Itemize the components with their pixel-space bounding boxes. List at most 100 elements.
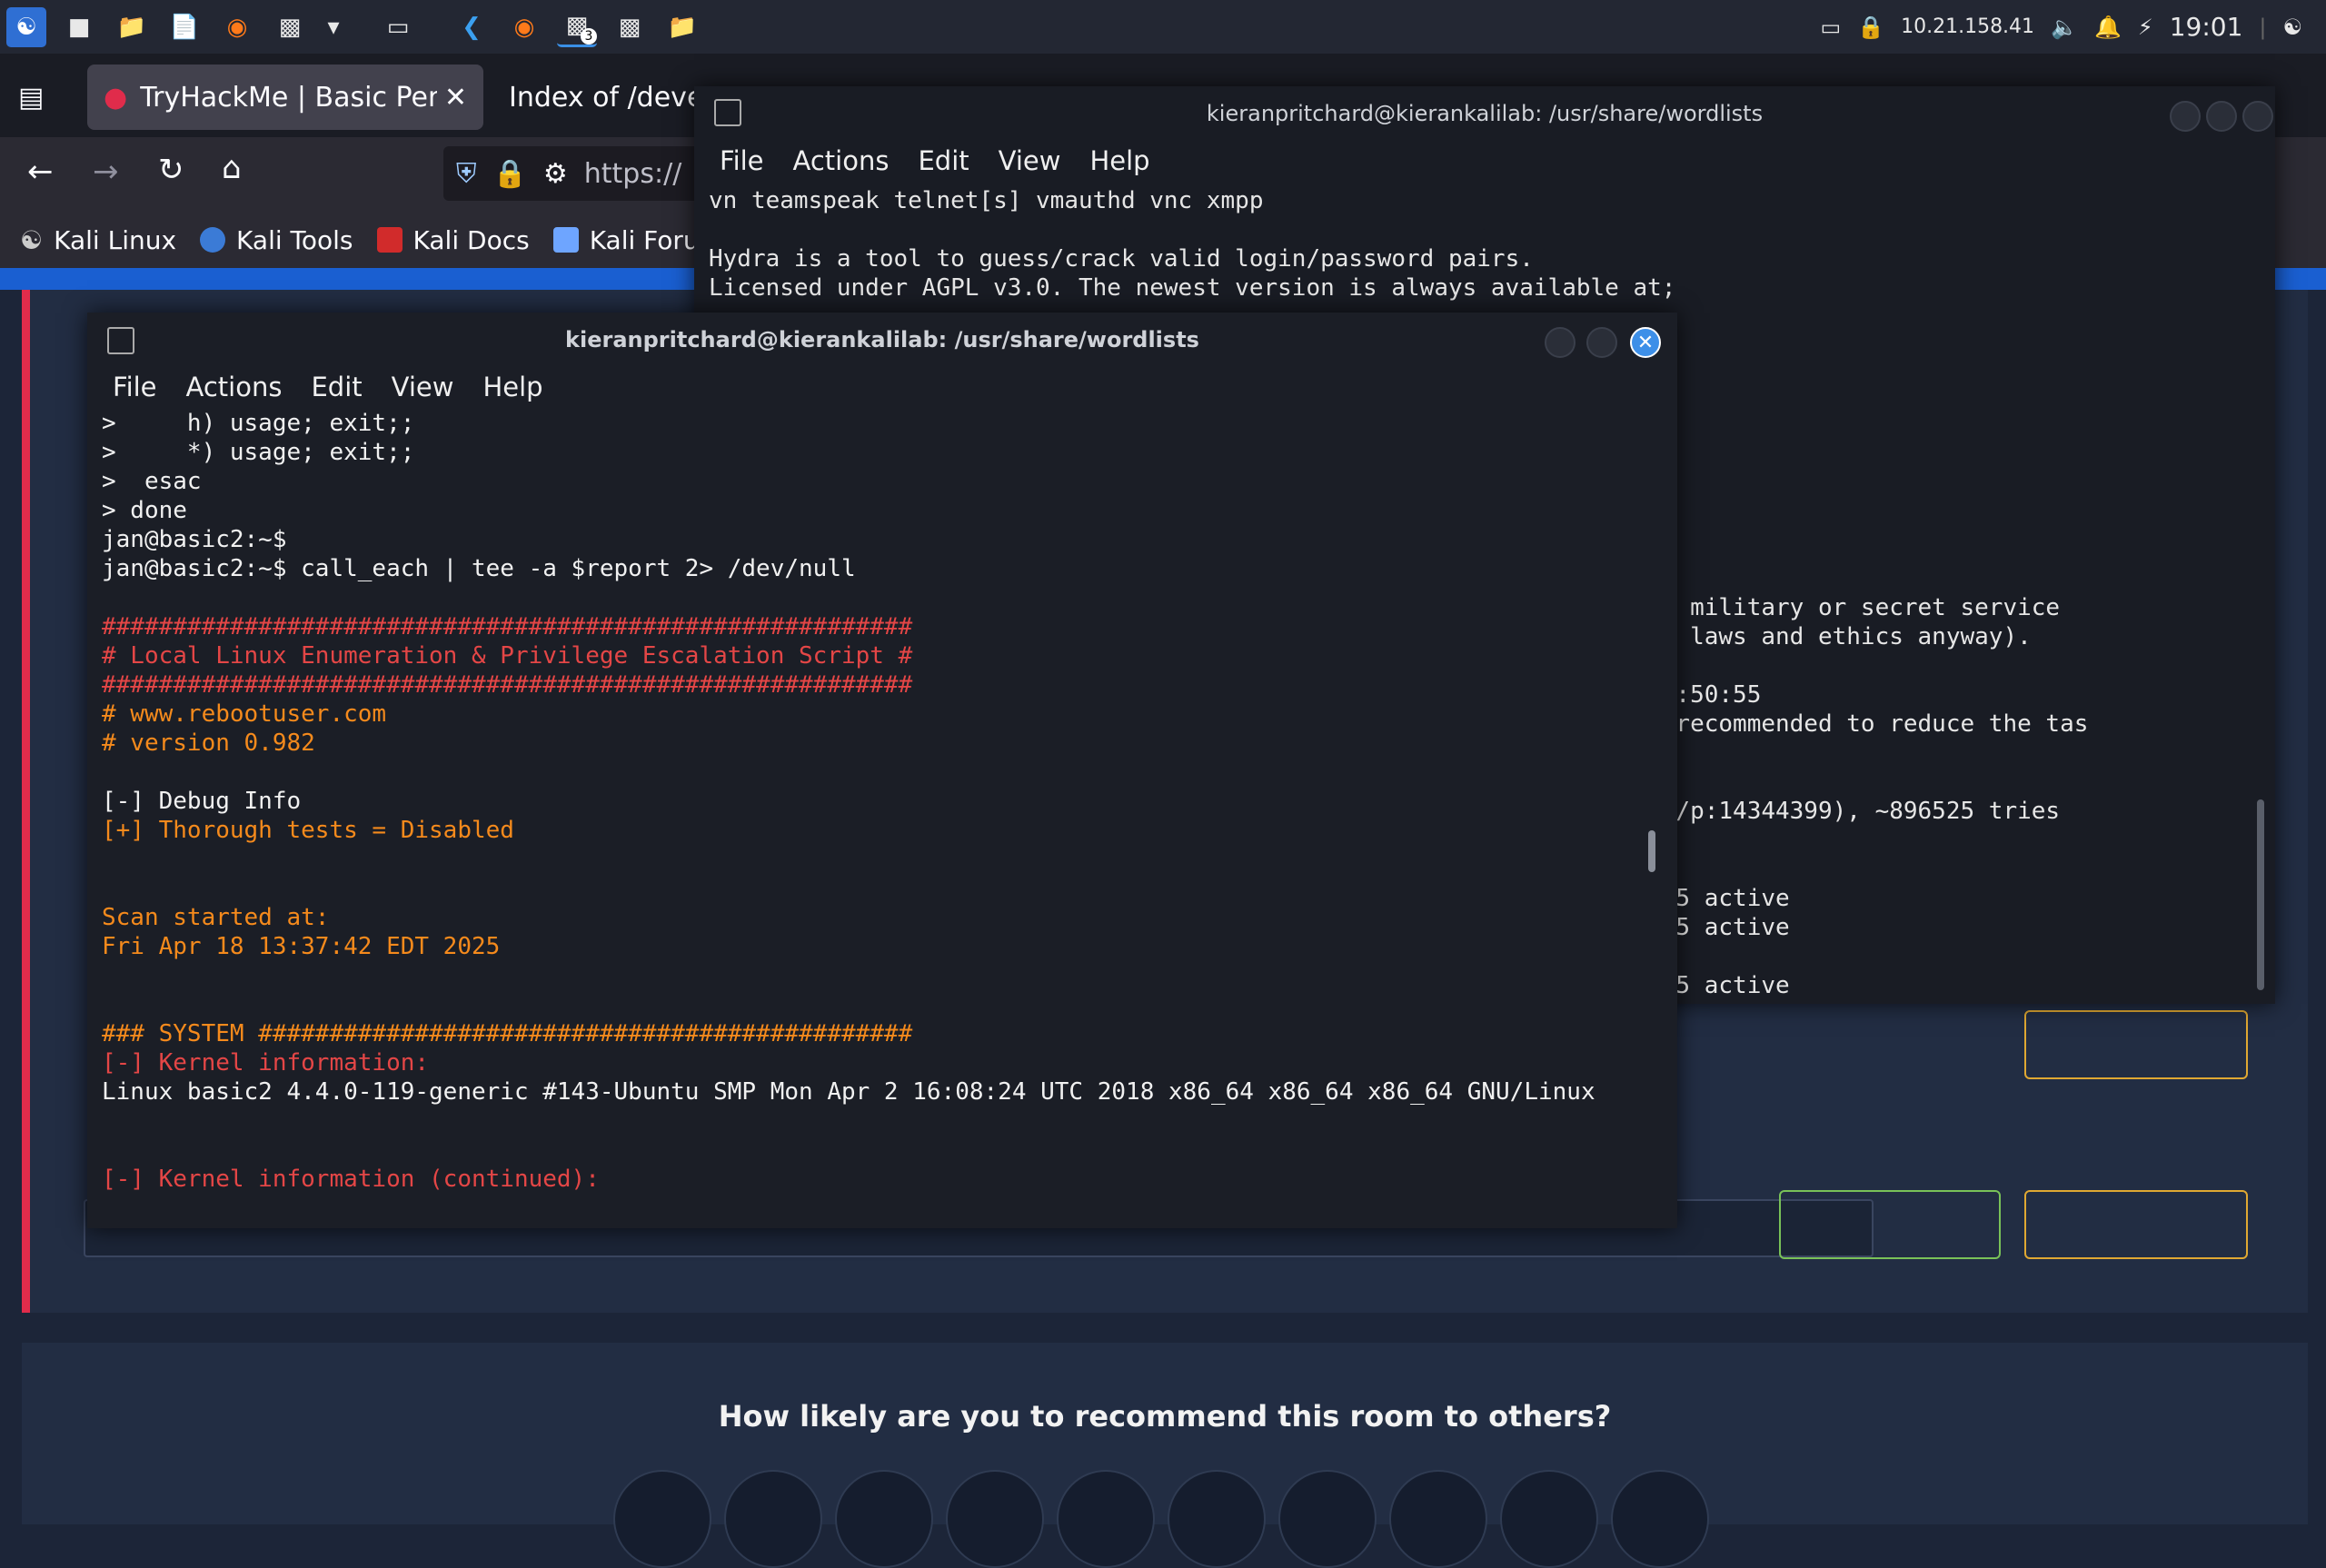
forward-icon[interactable]: → — [93, 154, 119, 190]
reload-icon[interactable]: ↻ — [158, 152, 184, 188]
home-icon[interactable]: ⌂ — [222, 150, 242, 186]
volume-icon[interactable]: 🔈 — [2051, 15, 2078, 40]
workspace-switcher-icon[interactable]: ▭ — [357, 7, 439, 47]
terminal-title-bar[interactable]: kieranpritchard@kierankalilab: /usr/shar… — [87, 313, 1677, 367]
maximize-button[interactable] — [2206, 101, 2237, 132]
back-icon[interactable]: ← — [27, 154, 54, 190]
terminal-title-bar[interactable]: kieranpritchard@kierankalilab: /usr/shar… — [694, 86, 2275, 141]
url-bar[interactable]: ⛨ 🔒 ⚙ https:// — [443, 146, 716, 201]
vscode-icon[interactable]: ❮ — [452, 7, 492, 47]
close-button[interactable]: ✕ — [1630, 327, 1661, 358]
hint-button[interactable] — [2024, 1190, 2248, 1259]
rating-option[interactable] — [613, 1470, 711, 1568]
menu-actions[interactable]: Actions — [793, 145, 890, 176]
terminal-menu-bar: File Actions Edit View Help — [87, 367, 1677, 407]
terminal-output[interactable]: > h) usage; exit;; > *) usage; exit;; > es… — [87, 407, 1677, 1194]
terminal-line: # version 0.982 — [102, 729, 315, 757]
terminal-window-front[interactable]: kieranpritchard@kierankalilab: /usr/shar… — [87, 313, 1677, 1228]
rating-option[interactable] — [1278, 1470, 1377, 1568]
menu-file[interactable]: File — [720, 145, 764, 176]
rating-option[interactable] — [724, 1470, 822, 1568]
terminal-count-badge: 3 — [581, 27, 597, 45]
power-icon[interactable]: ⚡ — [2138, 15, 2153, 40]
terminal-title: kieranpritchard@kierankalilab: /usr/shar… — [565, 327, 1199, 352]
clock[interactable]: 19:01 — [2170, 12, 2243, 42]
terminal-line: # www.rebootuser.com — [102, 700, 387, 728]
terminal-icon[interactable]: ▩ — [270, 7, 310, 47]
terminal-line: jan@basic2:~$ — [102, 526, 287, 553]
shield-icon[interactable]: ⛨ — [456, 158, 477, 190]
submit-button[interactable] — [1779, 1190, 2001, 1259]
close-tab-icon[interactable]: ✕ — [444, 82, 467, 114]
terminal-line: > *) usage; exit;; — [102, 439, 415, 466]
terminal-line: Scan started at: — [102, 904, 330, 931]
terminal-line: # Local Linux Enumeration & Privilege Es… — [102, 642, 913, 670]
rating-option[interactable] — [1500, 1470, 1598, 1568]
lock-icon[interactable]: 🔒 — [493, 158, 527, 190]
firefox-window-icon[interactable]: ◉ — [504, 7, 544, 47]
menu-help[interactable]: Help — [1089, 145, 1149, 176]
kali-menu-icon[interactable]: ☯ — [6, 6, 46, 47]
tab-tryhackme[interactable]: ● TryHackMe | Basic Pentes ✕ — [87, 65, 483, 130]
minimize-button[interactable] — [2170, 101, 2201, 132]
rating-option[interactable] — [1611, 1470, 1709, 1568]
scrollbar[interactable] — [2257, 799, 2264, 990]
rating-option[interactable] — [1389, 1470, 1487, 1568]
kali-docs-icon — [376, 227, 403, 253]
feedback-card: How likely are you to recommend this roo… — [22, 1343, 2308, 1524]
scrollbar[interactable] — [1648, 830, 1655, 872]
terminal-line: > done — [102, 497, 187, 524]
maximize-button[interactable] — [1586, 327, 1617, 358]
bookmark-kali-tools[interactable]: Kali Tools — [200, 225, 353, 255]
menu-view[interactable]: View — [392, 372, 454, 402]
file-manager-icon[interactable]: 📁 — [112, 7, 152, 47]
minimize-button[interactable] — [1545, 327, 1576, 358]
menu-file[interactable]: File — [113, 372, 157, 402]
kali-tools-icon — [200, 227, 226, 253]
terminal-icon — [107, 327, 134, 354]
separator: | — [2259, 14, 2267, 40]
permissions-icon[interactable]: ⚙ — [543, 158, 568, 190]
close-button[interactable] — [2242, 101, 2273, 132]
rating-option[interactable] — [1168, 1470, 1266, 1568]
rating-option[interactable] — [1057, 1470, 1155, 1568]
menu-edit[interactable]: Edit — [311, 372, 362, 402]
menu-help[interactable]: Help — [482, 372, 542, 402]
hint-button-2[interactable] — [2024, 1010, 2248, 1079]
bookmark-kali-linux[interactable]: ☯ Kali Linux — [20, 225, 176, 255]
text-editor-icon[interactable]: 📄 — [164, 7, 204, 47]
terminal-line: [-] Kernel information: — [102, 1049, 430, 1077]
terminal-window-2-icon[interactable]: ▩ — [610, 7, 650, 47]
tab-list-icon[interactable]: ▤ — [18, 82, 44, 114]
screen-icon[interactable]: ▭ — [1821, 15, 1842, 40]
show-desktop-icon[interactable]: ■ — [59, 7, 99, 47]
terminal-icon — [714, 99, 741, 126]
menu-view[interactable]: View — [999, 145, 1061, 176]
terminal-line: [-] Kernel information (continued): — [102, 1166, 600, 1193]
tab-index[interactable]: Index of /develo — [492, 65, 711, 130]
terminal-line: ### SYSTEM #############################… — [102, 1020, 913, 1047]
terminal-title: kieranpritchard@kierankalilab: /usr/shar… — [1206, 101, 1764, 126]
firefox-icon[interactable]: ◉ — [217, 7, 257, 47]
menu-actions[interactable]: Actions — [186, 372, 283, 402]
notifications-icon[interactable]: 🔔 — [2094, 15, 2122, 40]
ip-address: 10.21.158.41 — [1901, 15, 2035, 38]
chevron-down-icon[interactable]: ▾ — [323, 7, 344, 47]
taskbar: ☯ ■ 📁 📄 ◉ ▩ ▾ ▭ ❮ ◉ ▩ 3 ▩ 📁 ▭ 🔒 10.21.15… — [0, 0, 2326, 54]
bookmark-kali-docs[interactable]: Kali Docs — [376, 225, 530, 255]
url-text[interactable]: https:// — [584, 158, 682, 190]
terminal-window-icon[interactable]: ▩ 3 — [557, 7, 597, 47]
terminal-line: jan@basic2:~$ call_each | tee -a $report… — [102, 555, 856, 582]
rating-option[interactable] — [835, 1470, 933, 1568]
rating-option[interactable] — [946, 1470, 1044, 1568]
terminal-line: Hydra is a tool to guess/crack valid log… — [709, 245, 1534, 273]
folder-window-icon[interactable]: 📁 — [662, 7, 702, 47]
kali-icon[interactable]: ☯ — [2282, 15, 2302, 40]
menu-edit[interactable]: Edit — [918, 145, 969, 176]
recommend-question: How likely are you to recommend this roo… — [718, 1399, 1612, 1434]
network-icon[interactable]: 🔒 — [1857, 15, 1884, 40]
